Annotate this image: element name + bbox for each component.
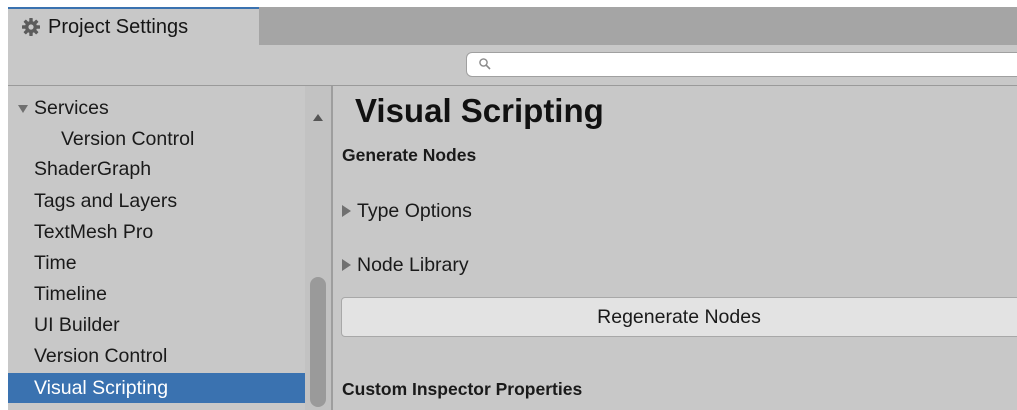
sidebar-item-shadergraph[interactable]: ShaderGraph [8, 154, 305, 184]
sidebar-item-time[interactable]: Time [8, 248, 305, 278]
sidebar-item-ui-builder[interactable]: UI Builder [8, 310, 305, 340]
foldout-label: Node Library [357, 253, 469, 276]
sidebar-item-tags-and-layers[interactable]: Tags and Layers [8, 186, 305, 216]
tab-project-settings[interactable]: Project Settings [8, 7, 259, 45]
project-settings-window: Project Settings Services Version Contro… [8, 7, 1017, 410]
section-header-custom-inspector-properties: Custom Inspector Properties [342, 379, 583, 399]
search-icon [478, 57, 492, 71]
sidebar-item-textmesh-pro[interactable]: TextMesh Pro [8, 217, 305, 247]
sidebar-item-services-version-control[interactable]: Version Control [8, 124, 305, 154]
collapsed-arrow-icon [342, 205, 351, 217]
sidebar-item-label: TextMesh Pro [34, 221, 154, 243]
tab-title: Project Settings [48, 15, 189, 38]
sidebar-item-services[interactable]: Services [8, 93, 305, 123]
sidebar-item-label: UI Builder [34, 314, 120, 336]
sidebar-item-label: Version Control [61, 128, 195, 150]
settings-toolbar [8, 45, 1017, 86]
sidebar-item-visual-scripting[interactable]: Visual Scripting [8, 373, 305, 403]
scroll-up-arrow-icon[interactable] [313, 114, 323, 121]
foldout-node-library[interactable]: Node Library [342, 252, 469, 278]
sidebar-item-label: Services [34, 97, 109, 119]
sidebar-item-label: ShaderGraph [34, 158, 152, 180]
sidebar-item-label: Timeline [34, 283, 107, 305]
section-header-generate-nodes: Generate Nodes [342, 145, 477, 165]
foldout-label: Type Options [357, 199, 472, 222]
sidebar-item-timeline[interactable]: Timeline [8, 279, 305, 309]
page-title: Visual Scripting [355, 92, 604, 129]
sidebar-item-label: Version Control [34, 345, 168, 367]
sidebar-item-label: Time [34, 252, 77, 274]
settings-content-panel: Visual Scripting Generate Nodes Type Opt… [333, 86, 1017, 410]
search-field[interactable] [466, 52, 1017, 77]
settings-sidebar: Services Version Control ShaderGraph Tag… [8, 86, 305, 410]
regenerate-nodes-button[interactable]: Regenerate Nodes [341, 297, 1017, 337]
sidebar-item-label: Visual Scripting [34, 377, 169, 399]
expand-arrow-icon[interactable] [18, 105, 28, 113]
sidebar-scrollbar[interactable] [305, 86, 331, 410]
foldout-type-options[interactable]: Type Options [342, 198, 472, 224]
sidebar-item-label: Tags and Layers [34, 190, 178, 212]
gear-icon [20, 16, 42, 38]
search-input[interactable] [497, 55, 1001, 76]
collapsed-arrow-icon [342, 259, 351, 271]
tab-strip: Project Settings [8, 7, 1017, 45]
scrollbar-thumb[interactable] [310, 277, 326, 407]
sidebar-item-version-control[interactable]: Version Control [8, 341, 305, 371]
